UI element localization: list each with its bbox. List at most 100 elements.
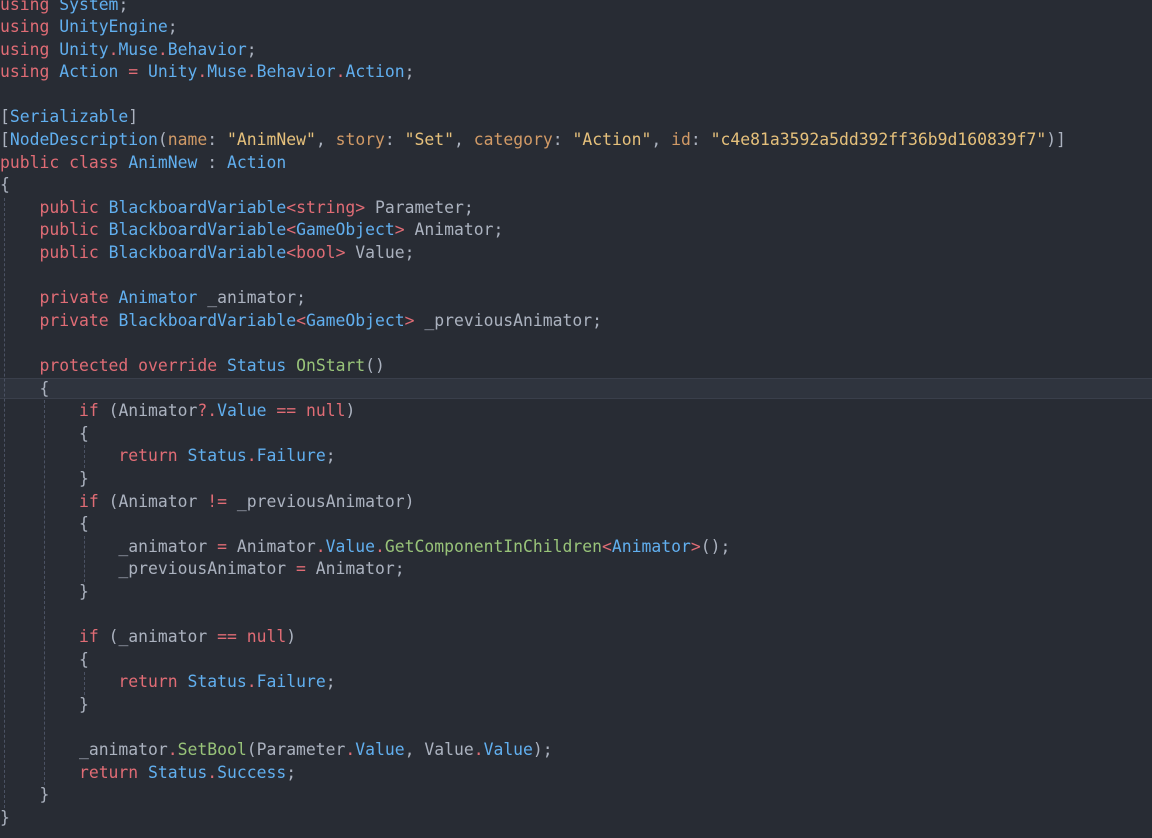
- code-token: ): [286, 627, 297, 647]
- code-line[interactable]: return Status.Failure;: [0, 671, 1066, 694]
- code-token: .: [157, 39, 168, 59]
- code-token: "AnimNew": [227, 130, 316, 150]
- code-token: ;: [286, 762, 297, 782]
- code-token: .: [345, 740, 356, 760]
- code-token: !=: [207, 491, 228, 511]
- code-line[interactable]: {: [0, 513, 1066, 536]
- code-token: AnimNew: [128, 152, 198, 172]
- code-line[interactable]: }: [0, 694, 1066, 717]
- code-token: (): [365, 356, 385, 375]
- code-token: .: [335, 62, 346, 82]
- code-token: ,: [651, 130, 672, 150]
- code-token: Behavior: [167, 39, 247, 59]
- code-token: }: [78, 694, 89, 714]
- code-line[interactable]: public class AnimNew : Action: [0, 152, 1066, 175]
- code-token: Muse: [118, 39, 158, 59]
- code-token: Success: [217, 762, 287, 782]
- code-token: );: [532, 740, 553, 760]
- code-line[interactable]: }: [0, 807, 1066, 830]
- code-line[interactable]: using System;: [0, 0, 1066, 16]
- code-token: return: [118, 672, 178, 692]
- code-line[interactable]: {: [0, 174, 1066, 197]
- code-line[interactable]: return Status.Success;: [0, 762, 1066, 785]
- code-token: =: [296, 559, 306, 579]
- code-token: if: [78, 491, 99, 511]
- code-token: {: [78, 514, 89, 534]
- code-line[interactable]: _previousAnimator = Animator;: [0, 558, 1066, 581]
- code-token: BlackboardVariable: [118, 310, 297, 330]
- code-line[interactable]: }: [0, 784, 1066, 807]
- code-line[interactable]: [0, 604, 1066, 627]
- code-line[interactable]: private Animator _animator;: [0, 287, 1066, 310]
- code-line[interactable]: [NodeDescription(name: "AnimNew", story:…: [0, 129, 1066, 152]
- code-token: id: [671, 130, 691, 150]
- code-line[interactable]: }: [0, 581, 1066, 604]
- code-token: Animator: [226, 536, 316, 556]
- code-line[interactable]: [0, 84, 1066, 107]
- code-line[interactable]: _animator.SetBool(Parameter.Value, Value…: [0, 739, 1066, 762]
- code-content[interactable]: using System; using UnityEngine; using Uni…: [0, 0, 1066, 829]
- code-token: .: [197, 62, 208, 82]
- code-token: (Parameter: [246, 740, 346, 760]
- code-token: Parameter;: [365, 197, 474, 217]
- code-line[interactable]: {: [0, 423, 1066, 446]
- code-token: NodeDescription: [9, 130, 158, 150]
- code-token: Muse: [207, 62, 247, 82]
- code-token: Value;: [345, 243, 415, 263]
- code-line[interactable]: [0, 265, 1066, 288]
- code-editor[interactable]: using System; using UnityEngine; using Uni…: [0, 0, 1152, 838]
- code-line[interactable]: _animator = Animator.Value.GetComponentI…: [0, 536, 1066, 559]
- code-line[interactable]: [0, 717, 1066, 740]
- code-line[interactable]: public BlackboardVariable<bool> Value;: [0, 242, 1066, 265]
- code-line[interactable]: using Action = Unity.Muse.Behavior.Actio…: [0, 61, 1066, 84]
- code-token: .: [473, 740, 484, 760]
- code-line[interactable]: public BlackboardVariable<GameObject> An…: [0, 219, 1066, 242]
- code-line[interactable]: [Serializable]: [0, 106, 1066, 129]
- code-token: :: [552, 130, 573, 150]
- code-token: >: [394, 220, 405, 240]
- code-line[interactable]: [0, 332, 1066, 355]
- code-token: public: [39, 220, 99, 240]
- code-line[interactable]: public BlackboardVariable<string> Parame…: [0, 197, 1066, 220]
- code-token: <: [286, 220, 297, 240]
- code-token: =: [118, 62, 149, 82]
- code-token: {: [78, 423, 89, 443]
- code-token: _animator: [78, 740, 168, 760]
- code-line[interactable]: {: [0, 649, 1066, 672]
- code-line[interactable]: using UnityEngine;: [0, 16, 1066, 39]
- code-token: Failure: [256, 446, 326, 466]
- code-token: Animator: [611, 536, 691, 556]
- code-token: System: [59, 0, 119, 14]
- code-line[interactable]: {: [0, 378, 1066, 401]
- code-line[interactable]: if (Animator != _previousAnimator): [0, 491, 1066, 514]
- code-line[interactable]: protected override Status OnStart(): [0, 355, 1066, 378]
- code-token: if: [78, 401, 99, 421]
- code-token: Value: [217, 401, 267, 421]
- code-token: Value: [325, 536, 376, 556]
- code-token: bool: [296, 243, 336, 263]
- code-line[interactable]: using Unity.Muse.Behavior;: [0, 39, 1066, 62]
- code-token: Status: [148, 762, 208, 782]
- code-token: override: [138, 356, 218, 375]
- code-line[interactable]: }: [0, 468, 1066, 491]
- code-line[interactable]: if (_animator == null): [0, 626, 1066, 649]
- code-token: "Action": [572, 130, 652, 150]
- code-line[interactable]: return Status.Failure;: [0, 445, 1066, 468]
- code-line[interactable]: private BlackboardVariable<GameObject> _…: [0, 310, 1066, 333]
- code-line[interactable]: if (Animator?.Value == null): [0, 400, 1066, 423]
- code-token: ;: [167, 17, 178, 37]
